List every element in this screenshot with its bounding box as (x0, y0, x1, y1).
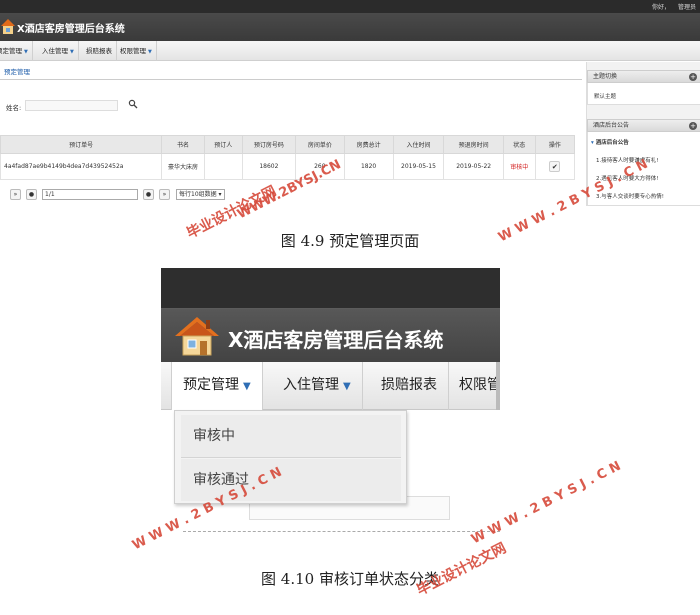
col-header: 书名 (161, 135, 205, 154)
menu-edge (496, 362, 500, 410)
page-size-label: 每行10组数据 (179, 191, 217, 198)
room-number-cell: 18602 (241, 153, 296, 180)
col-header: 预退房时间 (443, 135, 504, 154)
app-title: X酒店客房管理后台系统 (228, 328, 444, 352)
chevron-down-icon: ▼ (243, 381, 251, 392)
theme-panel-header[interactable]: 主题切换 + (587, 70, 700, 83)
menu-label: 权限管 (459, 377, 500, 393)
chevron-down-icon: ▼ (70, 49, 74, 55)
default-theme-item[interactable]: 默认主题 (594, 92, 616, 100)
tab-divider (0, 79, 582, 80)
table-row: 4a4fad87ae9b4149b4dea7d43952452a 豪华大床房 1… (0, 153, 576, 180)
chevron-down-icon: ▼ (148, 49, 152, 55)
chevron-down-icon: ▾ (591, 140, 594, 146)
col-header: 房间单价 (294, 135, 345, 154)
checkin-date-cell: 2019-05-15 (392, 153, 445, 180)
col-header: 预订房号码 (241, 135, 296, 154)
room-type-cell: 豪华大床房 (161, 153, 205, 180)
menu-label: 预定管理 (0, 47, 22, 55)
action-cell: ✔ (534, 153, 576, 180)
col-header: 预订人 (203, 135, 243, 154)
menu-damage-report[interactable]: 损赔报表 (82, 41, 117, 61)
menu-checkin[interactable]: 入住管理 ▼ (272, 362, 363, 410)
col-header: 房费总计 (343, 135, 394, 154)
menu-label: 损赔报表 (381, 377, 437, 393)
notice-panel-header[interactable]: 酒店后台公告 + (587, 119, 700, 132)
user-name[interactable]: 管理员 (678, 4, 696, 11)
dropdown-item-pending[interactable]: 审核中 (181, 415, 401, 457)
theme-header-label: 主题切换 (593, 73, 618, 80)
main-menu: 预定管理 ▼ 入住管理 ▼ 损赔报表 权限管 (161, 362, 500, 411)
total-fee-cell: 1820 (343, 153, 394, 180)
search-icon[interactable] (128, 99, 138, 109)
main-menu: 预定管理▼ 入住管理▼ 损赔报表 权限管理▼ (0, 41, 700, 61)
figure-caption-4-9: 图 4.9 预定管理页面 (280, 232, 420, 250)
plus-icon[interactable]: + (689, 73, 697, 81)
top-status-bar (161, 268, 500, 308)
order-id-cell: 4a4fad87ae9b4149b4dea7d43952452a (0, 153, 163, 180)
prev-page-button[interactable]: ● (26, 189, 37, 200)
greeting-text: 你好， (651, 4, 670, 11)
name-label: 姓名: (6, 104, 22, 112)
notice-header-label: 酒店后台公告 (593, 122, 630, 129)
menu-booking[interactable]: 预定管理▼ (0, 41, 33, 61)
app-header: X酒店客房管理后台系统 (0, 13, 700, 41)
menu-booking[interactable]: 预定管理 ▼ (171, 362, 263, 411)
chevron-down-icon: ▼ (24, 49, 28, 55)
first-page-button[interactable]: » (10, 189, 21, 200)
figure-booking-management: 你好，管理员 X酒店客房管理后台系统 预定管理▼ 入住管理▼ 损赔报表 权限管理… (0, 0, 700, 206)
status-cell: 审核中 (502, 153, 536, 180)
top-status-bar: 你好， 管理员 (0, 0, 700, 13)
menu-checkin[interactable]: 入住管理 ▼ (38, 41, 79, 61)
next-page-button[interactable]: ● (143, 189, 154, 200)
theme-panel: 默认主题 (587, 83, 700, 105)
app-header: X酒店客房管理后台系统 (161, 308, 500, 362)
approve-check-icon[interactable]: ✔ (549, 161, 561, 172)
menu-permissions[interactable]: 权限管理 ▼ (116, 41, 157, 61)
notice-subheader-label: 酒店后台公告 (595, 140, 629, 146)
house-logo-icon (1, 19, 15, 34)
dropdown-divider (181, 457, 401, 458)
menu-label: 损赔报表 (86, 47, 112, 55)
table-header-row: 预订单号 书名 预订人 预订房号码 房间单价 房费总计 入住时间 预退房时间 状… (0, 135, 576, 154)
checkout-date-cell: 2019-05-22 (443, 153, 504, 180)
notice-subheader: ▾ 酒店后台公告 (591, 138, 629, 146)
last-page-button[interactable]: » (159, 189, 170, 200)
col-header: 操作 (534, 135, 576, 154)
menu-label: 权限管理 (120, 47, 146, 55)
chevron-down-icon: ▼ (343, 381, 351, 392)
booking-dropdown-menu: 审核中 审核通过 (174, 410, 407, 504)
app-title: X酒店客房管理后台系统 (17, 24, 125, 35)
plus-icon[interactable]: + (689, 122, 697, 130)
page-number-input[interactable]: 1/1 (42, 189, 138, 200)
notice-item[interactable]: 1.接待客人时要谦虚有礼! (596, 156, 658, 164)
col-header: 预订单号 (0, 135, 163, 154)
booking-table: 预订单号 书名 预订人 预订房号码 房间单价 房费总计 入住时间 预退房时间 状… (0, 135, 576, 180)
menu-permissions[interactable]: 权限管 (448, 362, 500, 410)
menu-label: 入住管理 (283, 377, 339, 393)
menu-label: 预定管理 (183, 377, 239, 393)
col-header: 入住时间 (392, 135, 445, 154)
tab-booking[interactable]: 预定管理 (4, 66, 30, 76)
guest-cell (203, 153, 243, 180)
user-greeting: 你好， 管理员 (644, 2, 696, 11)
page-size-select[interactable]: 每行10组数据 ▾ (176, 189, 225, 200)
name-search-input[interactable] (25, 100, 118, 111)
dropdown-item-approved[interactable]: 审核通过 (181, 459, 401, 501)
dotted-divider (183, 531, 500, 532)
menu-damage-report[interactable]: 损赔报表 (370, 362, 449, 410)
notice-item[interactable]: 3.与客人交谈时要专心热情! (596, 192, 664, 200)
house-logo-icon (175, 317, 219, 356)
col-header: 状态 (502, 135, 536, 154)
figure-caption-4-10: 图 4.10 审核订单状态分类 (261, 570, 439, 588)
menu-label: 入住管理 (42, 47, 68, 55)
